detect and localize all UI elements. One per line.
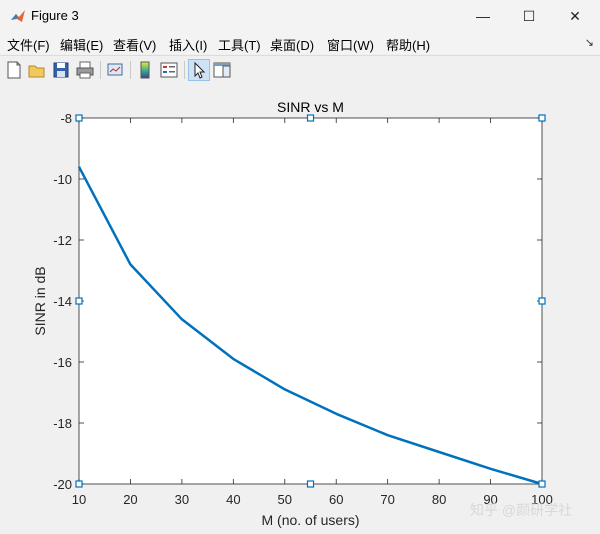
resize-handle[interactable] xyxy=(75,297,83,305)
y-tick-label: -8 xyxy=(60,111,72,126)
link-plot-icon[interactable] xyxy=(105,60,125,80)
y-tick-label: -12 xyxy=(53,233,72,248)
menu-help[interactable]: 帮助(H) xyxy=(386,35,430,54)
menu-overflow-icon[interactable]: ↘ xyxy=(585,36,594,49)
x-tick-label: 20 xyxy=(123,492,137,507)
resize-handle[interactable] xyxy=(538,297,546,305)
menu-edit[interactable]: 编辑(E) xyxy=(60,35,103,54)
x-axis-label: M (no. of users) xyxy=(261,512,359,528)
maximize-button[interactable]: ☐ xyxy=(506,0,552,32)
property-inspector-icon[interactable] xyxy=(212,60,232,80)
resize-handle[interactable] xyxy=(306,114,315,122)
open-file-icon[interactable] xyxy=(27,60,47,80)
y-tick-label: -14 xyxy=(53,294,72,309)
y-tick-label: -10 xyxy=(53,172,72,187)
x-tick-label: 30 xyxy=(175,492,189,507)
menu-file[interactable]: 文件(F) xyxy=(7,35,50,54)
minimize-button[interactable]: — xyxy=(460,0,506,32)
chart-title: SINR vs M xyxy=(277,99,344,115)
x-tick-label: 40 xyxy=(226,492,240,507)
menu-view[interactable]: 查看(V) xyxy=(113,35,156,54)
y-tick-label: -20 xyxy=(53,477,72,492)
x-tick-label: 70 xyxy=(380,492,394,507)
x-tick-label: 80 xyxy=(432,492,446,507)
figure-canvas: SINR vs M M (no. of users) SINR in dB 10… xyxy=(0,84,600,534)
x-tick-label: 60 xyxy=(329,492,343,507)
y-tick-label: -18 xyxy=(53,416,72,431)
y-tick-label: -16 xyxy=(53,355,72,370)
pointer-icon[interactable] xyxy=(188,59,210,81)
menu-desktop[interactable]: 桌面(D) xyxy=(270,35,314,54)
close-button[interactable]: ✕ xyxy=(552,0,598,32)
window-titlebar: Figure 3 — ☐ ✕ xyxy=(0,0,600,32)
menu-window[interactable]: 窗口(W) xyxy=(327,35,374,54)
insert-legend-icon[interactable] xyxy=(159,60,179,80)
resize-handle[interactable] xyxy=(538,480,546,488)
resize-handle[interactable] xyxy=(75,114,83,122)
menu-bar: 文件(F) 编辑(E) 查看(V) 插入(I) 工具(T) 桌面(D) 窗口(W… xyxy=(0,32,600,54)
toolbar-separator xyxy=(130,61,131,79)
new-figure-icon[interactable] xyxy=(4,60,24,80)
insert-colorbar-icon[interactable] xyxy=(135,60,155,80)
axes-box[interactable] xyxy=(78,117,543,485)
window-title: Figure 3 xyxy=(31,8,79,23)
resize-handle[interactable] xyxy=(75,480,83,488)
x-tick-label: 50 xyxy=(278,492,292,507)
menu-tools[interactable]: 工具(T) xyxy=(218,35,261,54)
resize-handle[interactable] xyxy=(538,114,546,122)
y-axis-label: SINR in dB xyxy=(32,266,48,335)
figure-toolbar xyxy=(0,55,600,86)
matlab-app-icon xyxy=(11,10,25,22)
x-tick-label: 10 xyxy=(72,492,86,507)
menu-insert[interactable]: 插入(I) xyxy=(169,35,207,54)
toolbar-separator xyxy=(100,61,101,79)
print-icon[interactable] xyxy=(75,60,95,80)
toolbar-separator xyxy=(184,61,185,79)
resize-handle[interactable] xyxy=(306,480,315,488)
save-icon[interactable] xyxy=(51,60,71,80)
watermark: 知乎 @颜研学社 xyxy=(470,502,573,518)
